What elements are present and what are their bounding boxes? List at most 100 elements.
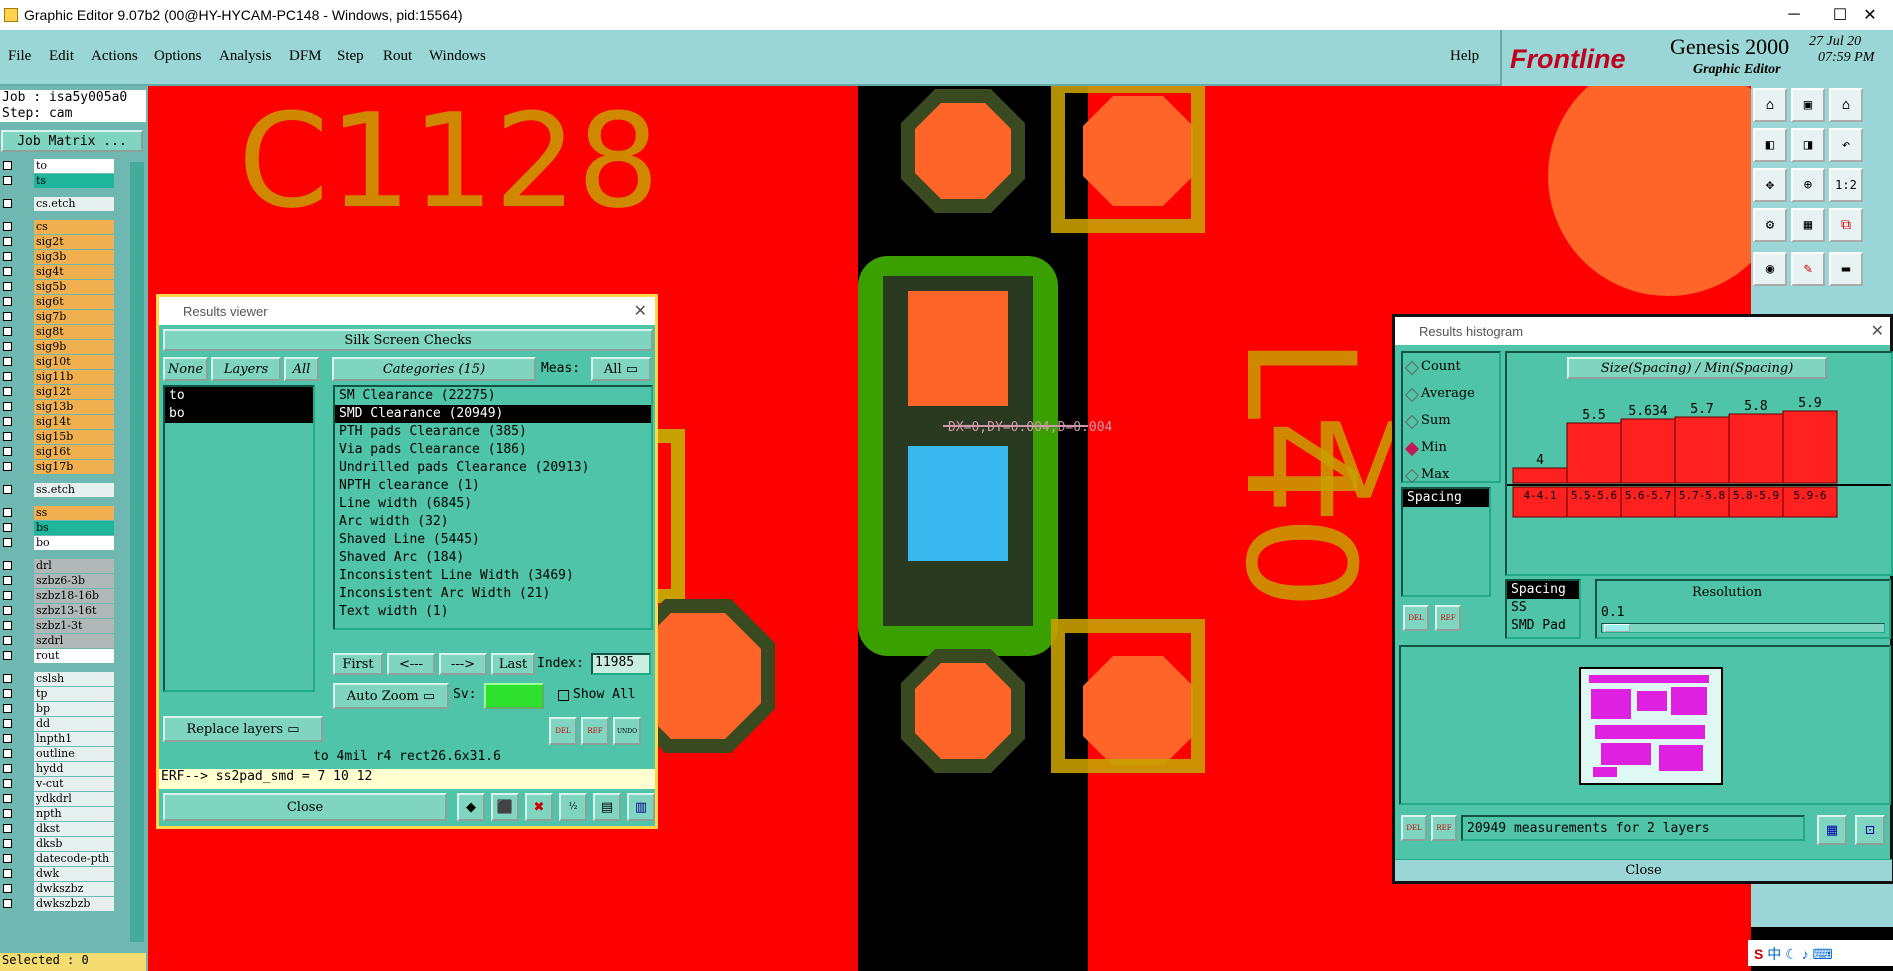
layer-name[interactable]: sig10t bbox=[34, 355, 114, 369]
layer-row[interactable]: lnpth1 bbox=[0, 731, 117, 746]
histogram-bar[interactable] bbox=[1512, 467, 1568, 484]
layer-checkbox[interactable] bbox=[3, 719, 12, 728]
layer-name[interactable]: szbz1-3t bbox=[34, 619, 114, 633]
layer-row[interactable]: szbz6-3b bbox=[0, 573, 117, 588]
layer-checkbox[interactable] bbox=[3, 282, 12, 291]
ref-button[interactable]: REF bbox=[581, 717, 609, 745]
layer-name[interactable]: sig13b bbox=[34, 400, 114, 414]
layer-row[interactable]: sig16t bbox=[0, 444, 117, 459]
layer-row[interactable]: szdrl bbox=[0, 633, 117, 648]
window-icon[interactable]: ▣ bbox=[1791, 88, 1825, 122]
layer-row[interactable]: datecode-pth bbox=[0, 851, 117, 866]
replace-layers-button[interactable]: Replace layers ▭ bbox=[163, 716, 323, 742]
zoom-icon[interactable]: ⊕ bbox=[1791, 168, 1825, 202]
layer-checkbox[interactable] bbox=[3, 794, 12, 803]
layer-row[interactable]: sig17b bbox=[0, 459, 117, 474]
layer-checkbox[interactable] bbox=[3, 252, 12, 261]
del-button[interactable]: DEL bbox=[549, 717, 577, 745]
layer-row[interactable]: sig4t bbox=[0, 264, 117, 279]
list-item[interactable]: SMD Clearance (20949) bbox=[335, 405, 651, 423]
layer-checkbox[interactable] bbox=[3, 538, 12, 547]
layer-name[interactable]: sig2t bbox=[34, 235, 114, 249]
hist-del-button[interactable]: DEL bbox=[1403, 605, 1429, 631]
layer-name[interactable]: dd bbox=[34, 717, 114, 731]
home-icon[interactable]: ⌂ bbox=[1753, 88, 1787, 122]
minimize-button[interactable]: ─ bbox=[1771, 0, 1817, 30]
layer-checkbox[interactable] bbox=[3, 523, 12, 532]
auto-zoom-button[interactable]: Auto Zoom ▭ bbox=[333, 683, 449, 709]
layer-row[interactable]: tp bbox=[0, 686, 117, 701]
layer-row[interactable]: ydkdrl bbox=[0, 791, 117, 806]
layer-name[interactable]: dwkszbzb bbox=[34, 897, 114, 911]
layer-checkbox[interactable] bbox=[3, 779, 12, 788]
layer-row[interactable]: npth bbox=[0, 806, 117, 821]
status-del-button[interactable]: DEL bbox=[1401, 815, 1427, 841]
close-icon[interactable]: ✕ bbox=[634, 301, 647, 321]
mode-average[interactable]: Average bbox=[1421, 386, 1475, 401]
moon-icon[interactable]: ☾ bbox=[1785, 946, 1798, 962]
index-field[interactable]: 11985 bbox=[591, 653, 651, 675]
layer-row[interactable]: szbz18-16b bbox=[0, 588, 117, 603]
menu-options[interactable]: Options bbox=[154, 48, 202, 65]
layer-checkbox[interactable] bbox=[3, 342, 12, 351]
list-item[interactable]: NPTH clearance (1) bbox=[335, 477, 651, 495]
layer-checkbox[interactable] bbox=[3, 161, 12, 170]
layer-name[interactable]: outline bbox=[34, 747, 114, 761]
layer-row[interactable]: cs bbox=[0, 219, 117, 234]
measure-list[interactable]: Spacing SS SMD Pad bbox=[1505, 579, 1581, 639]
layer-checkbox[interactable] bbox=[3, 854, 12, 863]
grid-icon[interactable]: ▦ bbox=[1791, 208, 1825, 242]
layer-name[interactable]: sig5b bbox=[34, 280, 114, 294]
layer-name[interactable]: szbz13-16t bbox=[34, 604, 114, 618]
layer-name[interactable]: sig15b bbox=[34, 430, 114, 444]
chart-view-icon[interactable]: ▦ bbox=[1817, 815, 1847, 845]
histogram-bar[interactable] bbox=[1566, 422, 1622, 484]
layer-checkbox[interactable] bbox=[3, 884, 12, 893]
resolution-slider[interactable] bbox=[1601, 623, 1885, 633]
layer-name[interactable]: dwk bbox=[34, 867, 114, 881]
layer-checkbox[interactable] bbox=[3, 674, 12, 683]
layer-name[interactable]: ts bbox=[34, 174, 114, 188]
layer-checkbox[interactable] bbox=[3, 621, 12, 630]
list-item[interactable]: Text width (1) bbox=[335, 603, 651, 621]
ime-logo-icon[interactable]: S bbox=[1754, 946, 1763, 962]
list-item[interactable]: bo bbox=[165, 405, 313, 423]
line-icon[interactable]: ▬ bbox=[1829, 252, 1863, 286]
zoom-view-icon[interactable]: ⊡ bbox=[1855, 815, 1885, 845]
slider-handle[interactable] bbox=[1604, 624, 1630, 632]
layer-checkbox[interactable] bbox=[3, 749, 12, 758]
job-matrix-button[interactable]: Job Matrix ... bbox=[1, 130, 143, 152]
tool4-icon[interactable]: ½ bbox=[559, 793, 587, 821]
layer-checkbox[interactable] bbox=[3, 267, 12, 276]
layer-name[interactable]: bp bbox=[34, 702, 114, 716]
layer-row[interactable]: cslsh bbox=[0, 671, 117, 686]
layer-name[interactable]: sig3b bbox=[34, 250, 114, 264]
layer-checkbox[interactable] bbox=[3, 689, 12, 698]
menu-help[interactable]: Help bbox=[1450, 48, 1479, 65]
layer-checkbox[interactable] bbox=[3, 651, 12, 660]
list-item[interactable]: Via pads Clearance (186) bbox=[335, 441, 651, 459]
list-item[interactable]: Undrilled pads Clearance (20913) bbox=[335, 459, 651, 477]
close-icon[interactable]: ✕ bbox=[1871, 321, 1884, 341]
histogram-bar[interactable] bbox=[1728, 413, 1784, 484]
mode-sum[interactable]: Sum bbox=[1421, 413, 1451, 428]
close-button[interactable]: Close bbox=[163, 793, 447, 821]
layer-name[interactable]: ydkdrl bbox=[34, 792, 114, 806]
undo-view-icon[interactable]: ↶ bbox=[1829, 128, 1863, 162]
layer-name[interactable]: drl bbox=[34, 559, 114, 573]
pan-left-icon[interactable]: ◧ bbox=[1753, 128, 1787, 162]
list-item[interactable]: SM Clearance (22275) bbox=[335, 387, 651, 405]
histogram-bar[interactable] bbox=[1674, 416, 1730, 484]
layer-row[interactable]: ts bbox=[0, 173, 117, 188]
layer-row[interactable]: dwkszbz bbox=[0, 881, 117, 896]
layer-checkbox[interactable] bbox=[3, 704, 12, 713]
layer-name[interactable]: hydd bbox=[34, 762, 114, 776]
measure-icon[interactable]: ⧉ bbox=[1829, 208, 1863, 242]
mode-count[interactable]: Count bbox=[1421, 359, 1461, 374]
category-list[interactable]: SM Clearance (22275) SMD Clearance (2094… bbox=[333, 385, 653, 630]
layer-checkbox[interactable] bbox=[3, 636, 12, 645]
layer-name[interactable]: sig14t bbox=[34, 415, 114, 429]
layer-name[interactable]: szbz18-16b bbox=[34, 589, 114, 603]
layer-name[interactable]: v-cut bbox=[34, 777, 114, 791]
report-icon[interactable]: ▤ bbox=[593, 793, 621, 821]
